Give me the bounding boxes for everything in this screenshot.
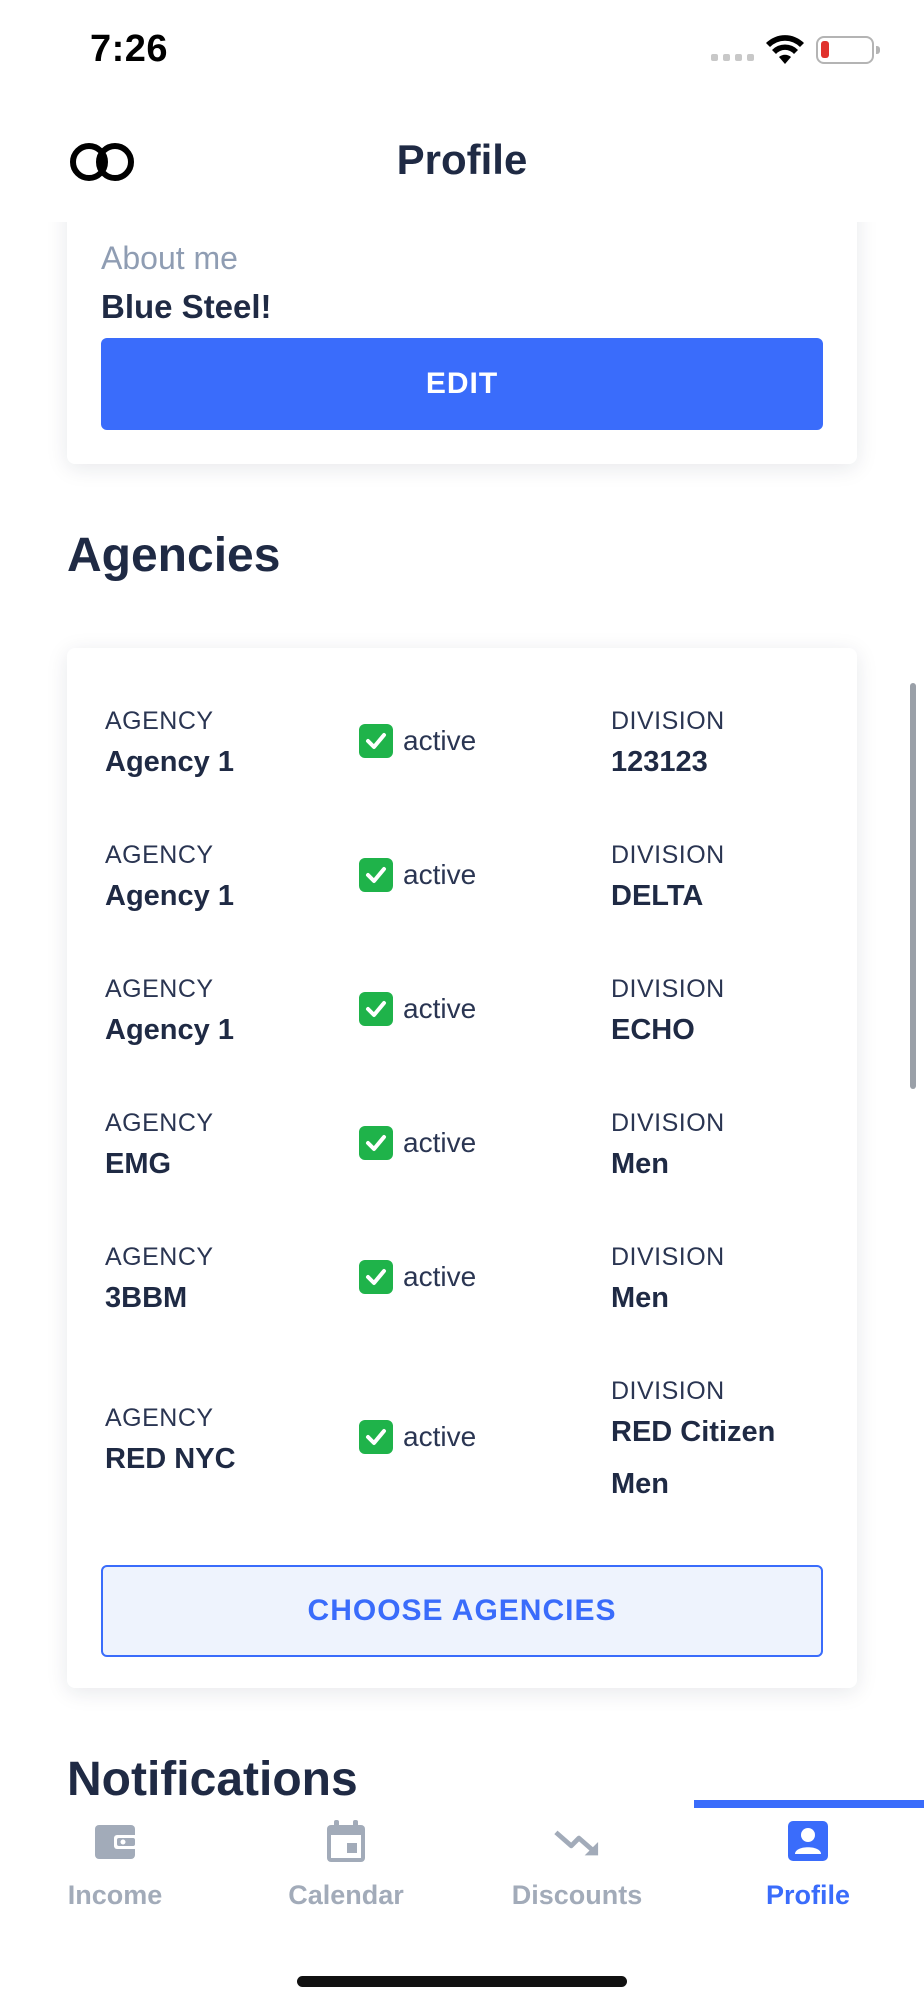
status-text: active <box>403 993 477 1024</box>
agency-cell: AGENCY EMG <box>105 1108 214 1190</box>
division-cell: DIVISION ECHO <box>611 974 841 1056</box>
tab-bar: Income Calendar Discounts Profile <box>0 1800 924 2000</box>
division-label: DIVISION <box>611 975 725 1003</box>
agency-name: RED NYC <box>105 1443 236 1475</box>
agency-label: AGENCY <box>105 707 214 735</box>
app-header: Profile <box>0 100 924 222</box>
cellular-signal-icon <box>711 54 754 61</box>
agency-cell: AGENCY Agency 1 <box>105 840 234 922</box>
tab-label: Income <box>67 1880 163 1910</box>
check-icon <box>359 1126 393 1160</box>
division-label: DIVISION <box>611 1109 725 1137</box>
status-text: active <box>403 859 477 890</box>
agency-status: active <box>359 1420 476 1454</box>
status-bar: 7:26 <box>0 0 924 100</box>
division-cell: DIVISION 123123 <box>611 706 841 788</box>
wifi-icon <box>766 35 804 64</box>
about-label: About me <box>101 240 238 276</box>
wallet-icon <box>92 1818 138 1864</box>
agency-status: active <box>359 858 476 892</box>
agency-name: Agency 1 <box>105 746 234 778</box>
tab-label: Discounts <box>511 1880 643 1910</box>
agency-name: Agency 1 <box>105 880 234 912</box>
calendar-icon <box>323 1818 369 1864</box>
agency-name: 3BBM <box>105 1282 188 1314</box>
agency-cell: AGENCY RED NYC <box>105 1403 236 1485</box>
division-name: ECHO <box>611 1014 695 1046</box>
status-text: active <box>403 1421 477 1452</box>
trending-down-icon <box>554 1818 600 1864</box>
about-card: About me Blue Steel! EDIT <box>67 222 857 464</box>
agency-label: AGENCY <box>105 1404 214 1432</box>
battery-level <box>821 41 829 58</box>
check-icon <box>359 858 393 892</box>
agency-label: AGENCY <box>105 1243 214 1271</box>
division-name-line2: Men <box>611 1468 669 1500</box>
tab-label: Calendar <box>288 1880 404 1910</box>
tab-label: Profile <box>765 1880 851 1910</box>
division-cell: DIVISION Men <box>611 1242 841 1324</box>
division-name: 123123 <box>611 746 708 778</box>
active-tab-indicator <box>694 1800 924 1808</box>
profile-scroll-content[interactable]: About me Blue Steel! EDIT Agencies AGENC… <box>0 222 924 1800</box>
division-cell: DIVISION DELTA <box>611 840 841 922</box>
division-label: DIVISION <box>611 1377 725 1405</box>
about-value: Blue Steel! <box>101 288 272 325</box>
check-icon <box>359 724 393 758</box>
agency-name: EMG <box>105 1148 172 1180</box>
status-text: active <box>403 1127 477 1158</box>
tab-profile[interactable]: Profile <box>708 1818 908 1911</box>
check-icon <box>359 992 393 1026</box>
division-label: DIVISION <box>611 1243 725 1271</box>
agency-label: AGENCY <box>105 841 214 869</box>
division-name: DELTA <box>611 880 704 912</box>
division-name: RED Citizen <box>611 1416 776 1448</box>
division-label: DIVISION <box>611 841 725 869</box>
agency-cell: AGENCY Agency 1 <box>105 706 234 788</box>
division-label: DIVISION <box>611 707 725 735</box>
agency-status: active <box>359 1126 476 1160</box>
choose-agencies-button[interactable]: CHOOSE AGENCIES <box>101 1565 823 1657</box>
status-time: 7:26 <box>90 28 169 70</box>
division-name: Men <box>611 1282 669 1314</box>
notifications-heading: Notifications <box>67 1753 358 1800</box>
agency-cell: AGENCY Agency 1 <box>105 974 234 1056</box>
agencies-heading: Agencies <box>67 529 281 582</box>
edit-button[interactable]: EDIT <box>101 338 823 430</box>
agency-status: active <box>359 992 476 1026</box>
agency-name: Agency 1 <box>105 1014 234 1046</box>
status-text: active <box>403 725 477 756</box>
agencies-card: AGENCY Agency 1 active DIVISION 123123 A… <box>67 648 857 1688</box>
home-indicator[interactable] <box>297 1976 627 1987</box>
page-title: Profile <box>396 136 528 183</box>
battery-icon <box>816 36 880 64</box>
agency-status: active <box>359 724 476 758</box>
agency-label: AGENCY <box>105 1109 214 1137</box>
agency-cell: AGENCY 3BBM <box>105 1242 214 1324</box>
agency-status: active <box>359 1260 476 1294</box>
person-badge-icon <box>785 1818 831 1864</box>
tab-calendar[interactable]: Calendar <box>246 1818 446 1911</box>
division-cell: DIVISION RED Citizen Men <box>611 1376 841 1510</box>
tab-discounts[interactable]: Discounts <box>477 1818 677 1911</box>
division-cell: DIVISION Men <box>611 1108 841 1190</box>
check-icon <box>359 1420 393 1454</box>
division-name: Men <box>611 1148 669 1180</box>
check-icon <box>359 1260 393 1294</box>
agency-label: AGENCY <box>105 975 214 1003</box>
scrollbar[interactable] <box>910 683 916 1089</box>
tab-income[interactable]: Income <box>15 1818 215 1911</box>
status-text: active <box>403 1261 477 1292</box>
